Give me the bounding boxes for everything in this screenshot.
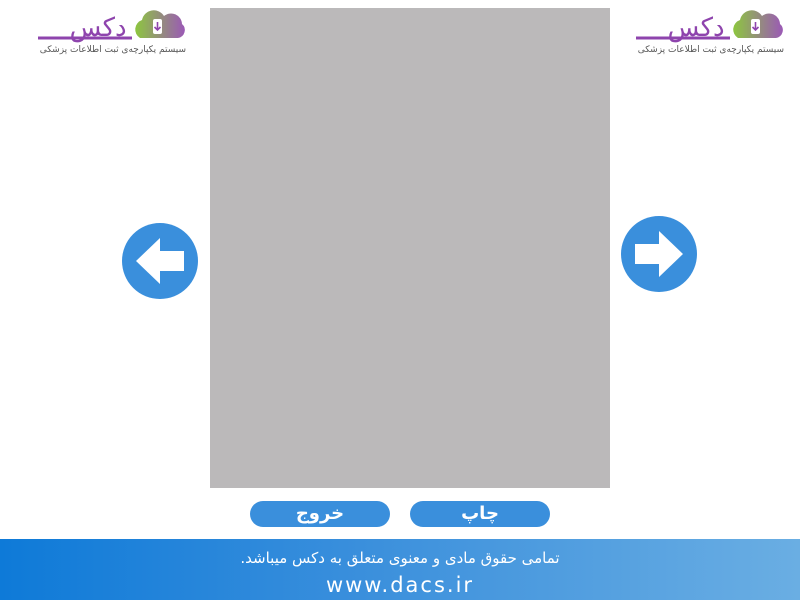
arrow-left-icon bbox=[136, 238, 184, 284]
previous-page-button[interactable] bbox=[122, 223, 198, 299]
logo-right: دکس سیستم یکپارچه‌ی ثبت اطلاعات پزشکی bbox=[634, 8, 784, 58]
exit-button[interactable]: خروج bbox=[250, 501, 390, 527]
logo-tagline: سیستم یکپارچه‌ی ثبت اطلاعات پزشکی bbox=[637, 45, 784, 55]
footer-copyright: تمامی حقوق مادی و معنوی متعلق به دکس میب… bbox=[240, 549, 560, 567]
dacs-logo-icon: دکس bbox=[636, 10, 783, 43]
logo-tagline: سیستم یکپارچه‌ی ثبت اطلاعات پزشکی bbox=[39, 45, 186, 55]
svg-text:دکس: دکس bbox=[69, 13, 126, 43]
footer-website-link[interactable]: www.dacs.ir bbox=[0, 573, 800, 597]
footer: تمامی حقوق مادی و معنوی متعلق به دکس میب… bbox=[0, 539, 800, 600]
dacs-logo-icon: دکس bbox=[38, 10, 185, 43]
logo-left: دکس سیستم یکپارچه‌ی ثبت اطلاعات پزشکی bbox=[36, 8, 186, 58]
next-page-button[interactable] bbox=[621, 216, 697, 292]
document-viewer[interactable] bbox=[210, 8, 610, 488]
exit-button-label: خروج bbox=[295, 503, 345, 524]
svg-text:دکس: دکس bbox=[667, 13, 724, 43]
print-button[interactable]: چاپ bbox=[410, 501, 550, 527]
arrow-right-icon bbox=[635, 231, 683, 277]
print-button-label: چاپ bbox=[461, 503, 499, 524]
